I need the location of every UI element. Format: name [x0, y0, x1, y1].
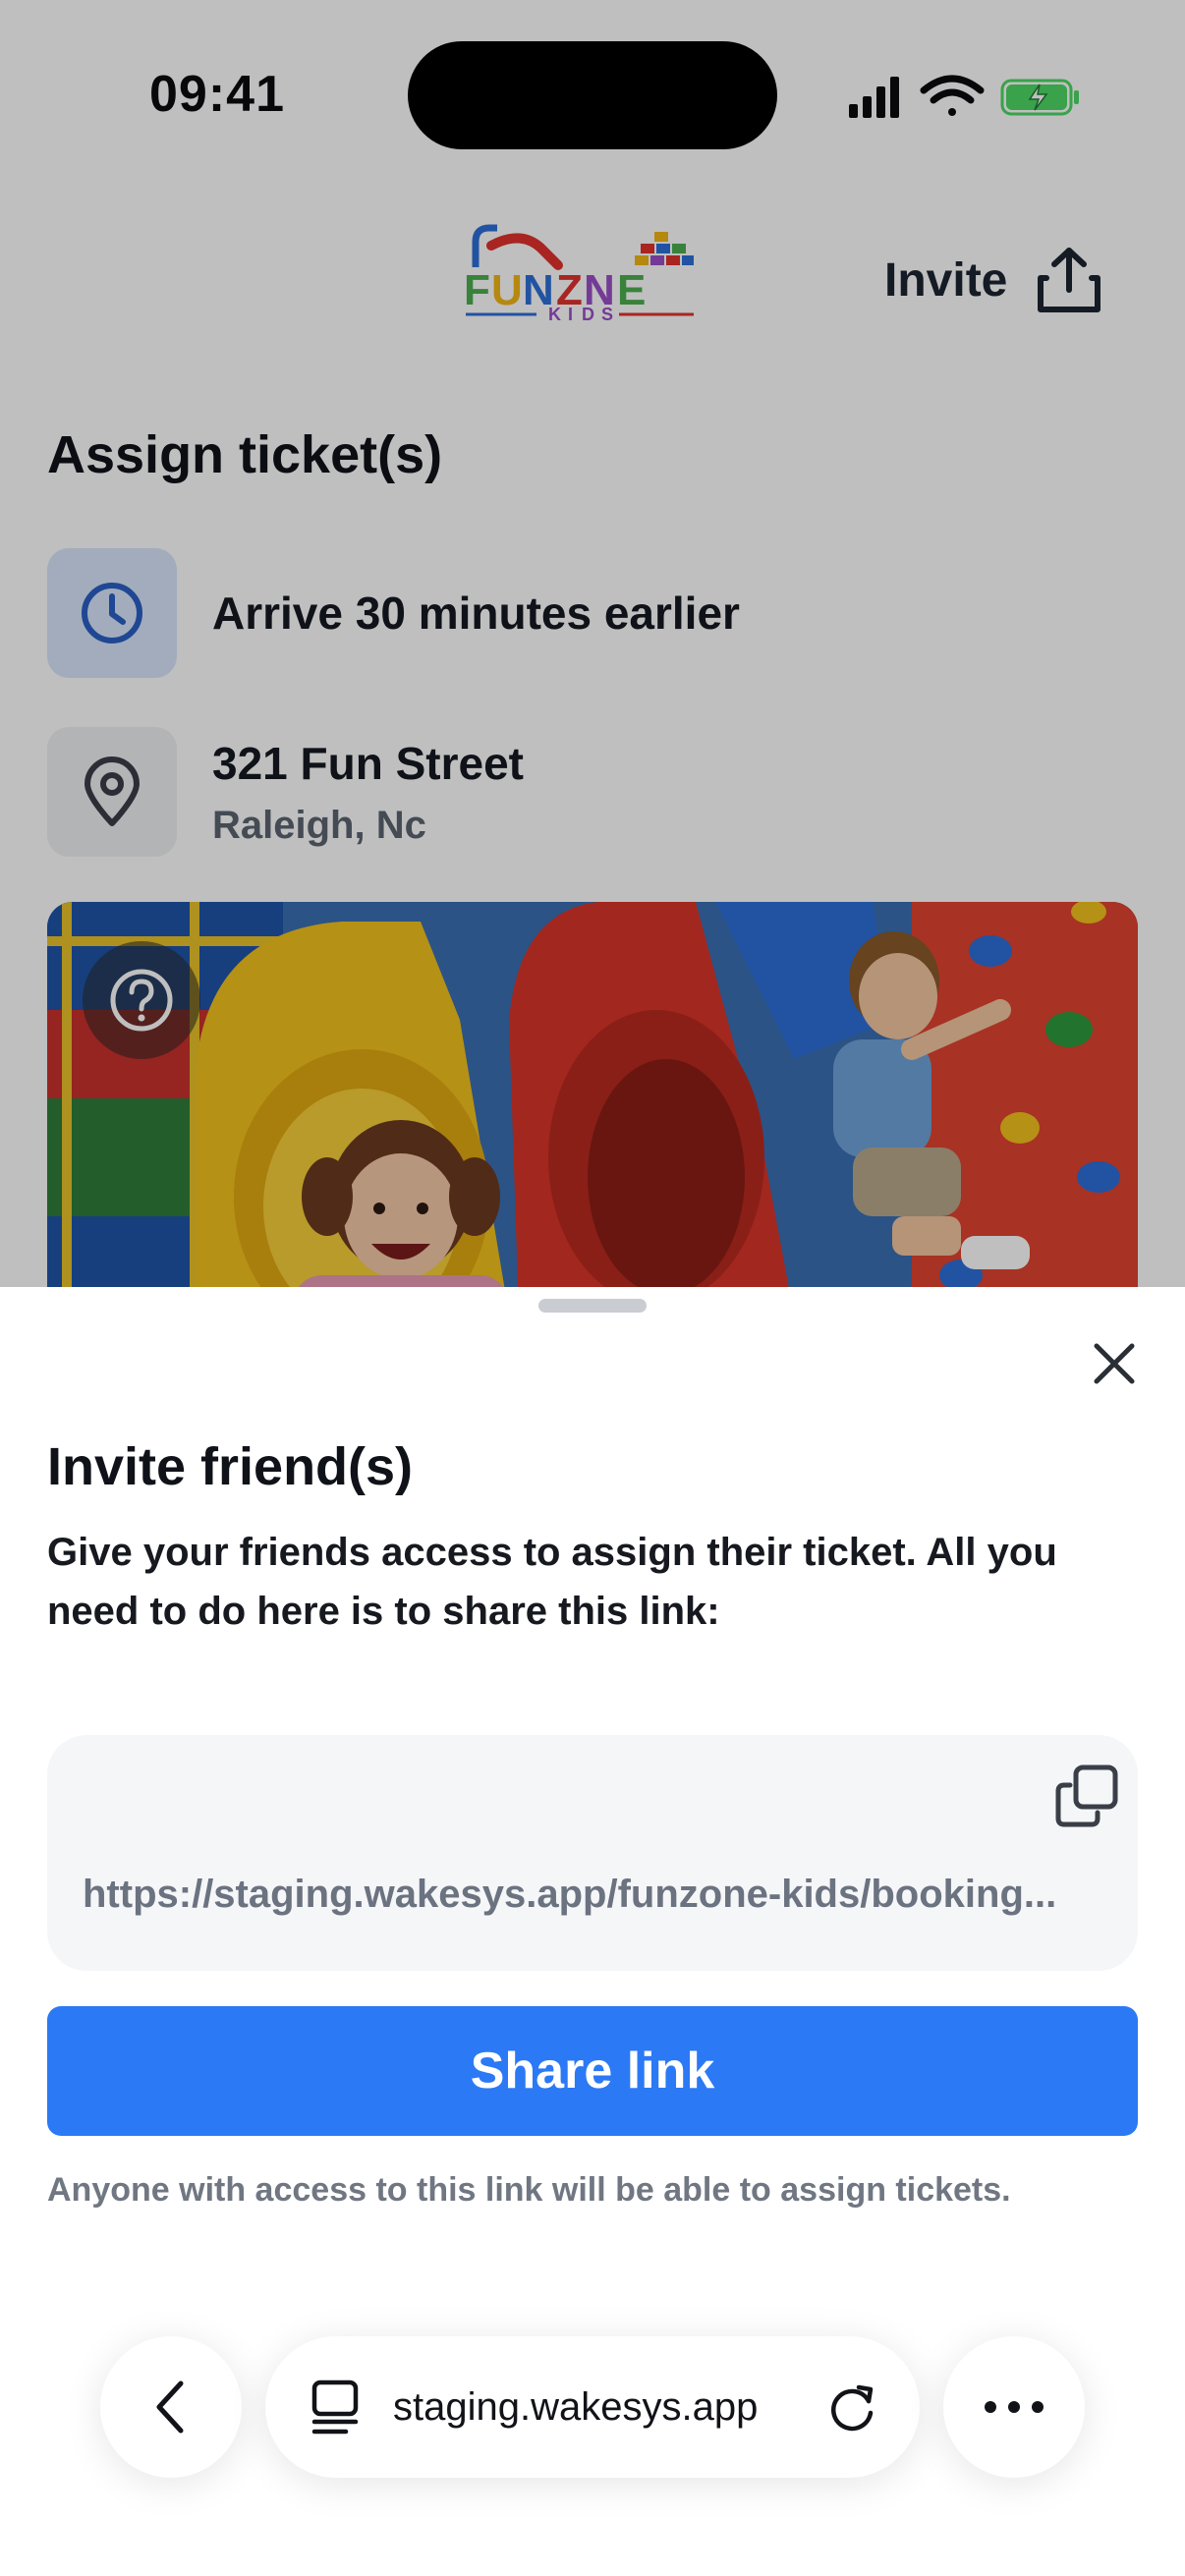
browser-url: staging.wakesys.app [393, 2384, 759, 2429]
svg-text:F: F [464, 266, 490, 314]
svg-text:I: I [568, 305, 573, 324]
svg-text:S: S [601, 305, 613, 324]
sheet-grabber[interactable] [538, 1299, 647, 1313]
location-icon-tile [47, 727, 177, 857]
reload-button[interactable] [823, 2378, 882, 2436]
question-mark-icon [110, 969, 173, 1032]
browser-back-button[interactable] [100, 2336, 242, 2478]
top-bar: F U N Z N E K I D S Invite [0, 196, 1185, 354]
share-upload-icon [1038, 248, 1101, 312]
copy-icon [1055, 1764, 1118, 1827]
background-page: 09:41 F U N Z N E K I D S Invite Assign … [0, 0, 1185, 1315]
battery-icon [1000, 79, 1079, 116]
more-horizontal-icon [985, 2401, 1044, 2413]
clock-icon [82, 583, 142, 644]
browser-more-button[interactable] [943, 2336, 1085, 2478]
arrival-info: Arrive 30 minutes earlier [47, 548, 740, 678]
sheet-description: Give your friends access to assign their… [47, 1531, 1057, 1633]
svg-text:E: E [617, 266, 646, 314]
address-info: 321 Fun Street Raleigh, Nc [47, 727, 524, 857]
chevron-left-icon [156, 2380, 184, 2434]
invite-label: Invite [884, 253, 1008, 307]
browser-address-bar[interactable]: staging.wakesys.app [265, 2336, 920, 2478]
close-icon [1094, 1343, 1135, 1384]
sheet-title: Invite friend(s) [47, 1437, 414, 1496]
share-link-field[interactable]: https://staging.wakesys.app/funzone-kids… [47, 1735, 1138, 1971]
clock-icon-tile [47, 548, 177, 678]
help-button[interactable] [83, 941, 200, 1059]
venue-photo [47, 902, 1138, 1315]
copy-button[interactable] [1045, 1755, 1128, 1837]
invite-button[interactable]: Invite [884, 241, 1103, 319]
address-line-2: Raleigh, Nc [212, 803, 426, 847]
arrival-text: Arrive 30 minutes earlier [212, 588, 740, 639]
svg-text:K: K [548, 305, 561, 324]
svg-text:U: U [491, 266, 523, 314]
status-icons [849, 75, 1079, 118]
playground-image [47, 902, 1138, 1315]
dynamic-island [408, 41, 777, 149]
close-button[interactable] [1079, 1328, 1150, 1399]
page-title: Assign ticket(s) [47, 425, 443, 484]
status-bar: 09:41 [0, 0, 1185, 177]
share-note: Anyone with access to this link will be … [47, 2171, 1011, 2209]
page-menu-icon [311, 2380, 359, 2435]
svg-text:D: D [582, 305, 594, 324]
share-link-url: https://staging.wakesys.app/funzone-kids… [83, 1873, 1057, 1916]
share-link-button[interactable]: Share link [47, 2006, 1138, 2136]
address-line-1: 321 Fun Street [212, 737, 524, 789]
reload-icon [831, 2384, 874, 2432]
location-pin-icon [85, 756, 140, 826]
browser-toolbar: staging.wakesys.app [0, 2319, 1185, 2495]
cellular-signal-icon [849, 77, 899, 118]
funzone-kids-logo: F U N Z N E K I D S [464, 224, 694, 324]
wifi-icon [920, 75, 985, 116]
status-time: 09:41 [149, 66, 285, 123]
